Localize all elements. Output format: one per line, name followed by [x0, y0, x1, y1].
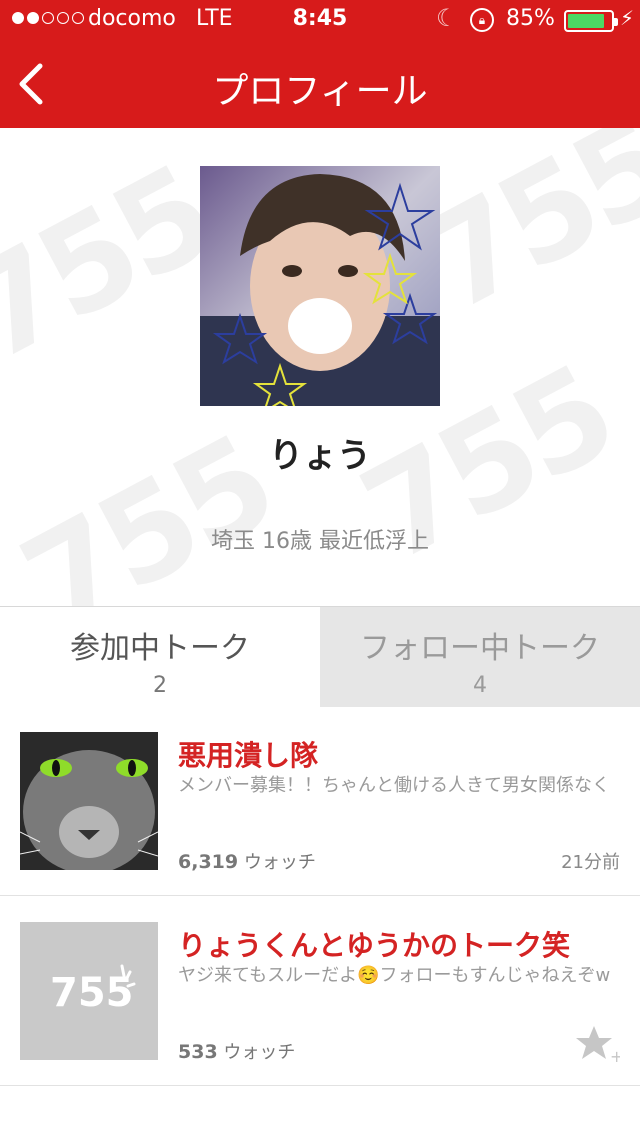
- navigation-bar: プロフィール: [0, 40, 640, 128]
- talk-description: メンバー募集！！ちゃんと働ける人きて男女関係なく: [178, 775, 610, 796]
- svg-text:+: +: [610, 1047, 620, 1064]
- watch-info: 533 ウォッチ: [178, 1038, 295, 1064]
- watch-count: 533: [178, 1041, 218, 1063]
- top-bar: docomo LTE 8:45 ☾ 🔒︎ 85% ⚡︎ プロフィール: [0, 0, 640, 128]
- placeholder-logo: 755: [50, 970, 134, 1016]
- tab-label: フォロー中トーク: [360, 631, 600, 666]
- page-title: プロフィール: [212, 71, 428, 112]
- talk-thumbnail-cat: [20, 732, 158, 870]
- watch-label: ウォッチ: [243, 852, 316, 873]
- rotation-lock-icon: 🔒︎: [470, 8, 494, 32]
- status-bar: docomo LTE 8:45 ☾ 🔒︎ 85% ⚡︎: [0, 0, 640, 40]
- talk-description: ヤジ来てもスルーだよ☺️フォローもすんじゃねえぞw: [178, 965, 611, 986]
- talk-title: りょうくんとゆうかのトーク笑: [178, 929, 571, 962]
- tab-count: 2: [153, 673, 167, 698]
- follow-star-icon[interactable]: +: [576, 1024, 620, 1064]
- talk-title: 悪用潰し隊: [178, 739, 319, 772]
- tab-count: 4: [473, 673, 487, 698]
- list-item[interactable]: 悪用潰し隊 メンバー募集！！ちゃんと働ける人きて男女関係なく 6,319 ウォッ…: [0, 706, 640, 896]
- charging-icon: ⚡︎: [620, 6, 635, 30]
- profile-name: りょう: [269, 436, 371, 476]
- do-not-disturb-icon: ☾: [436, 4, 458, 32]
- talk-list: 悪用潰し隊 メンバー募集！！ちゃんと働ける人きて男女関係なく 6,319 ウォッ…: [0, 706, 640, 1086]
- profile-header: 755 755 755 755 りょう 埼玉 16歳 最近低浮上: [0, 128, 640, 606]
- talk-thumbnail-placeholder: 755: [20, 922, 158, 1060]
- profile-bio: 埼玉 16歳 最近低浮上: [211, 529, 429, 554]
- watch-info: 6,319 ウォッチ: [178, 848, 316, 874]
- tab-following-talks[interactable]: フォロー中トーク 4: [320, 607, 640, 707]
- profile-avatar[interactable]: [200, 166, 440, 406]
- watch-label: ウォッチ: [223, 1042, 296, 1063]
- talk-timestamp: 21分前: [561, 852, 620, 873]
- battery-percent: 85%: [506, 6, 555, 31]
- tab-joined-talks[interactable]: 参加中トーク 2: [0, 607, 320, 707]
- watch-count: 6,319: [178, 851, 239, 873]
- tab-label: 参加中トーク: [70, 631, 250, 666]
- talk-tabs: 参加中トーク 2 フォロー中トーク 4: [0, 606, 640, 707]
- battery-icon: [564, 10, 618, 32]
- list-item[interactable]: 755 りょうくんとゆうかのトーク笑 ヤジ来てもスルーだよ☺️フォローもすんじゃ…: [0, 896, 640, 1086]
